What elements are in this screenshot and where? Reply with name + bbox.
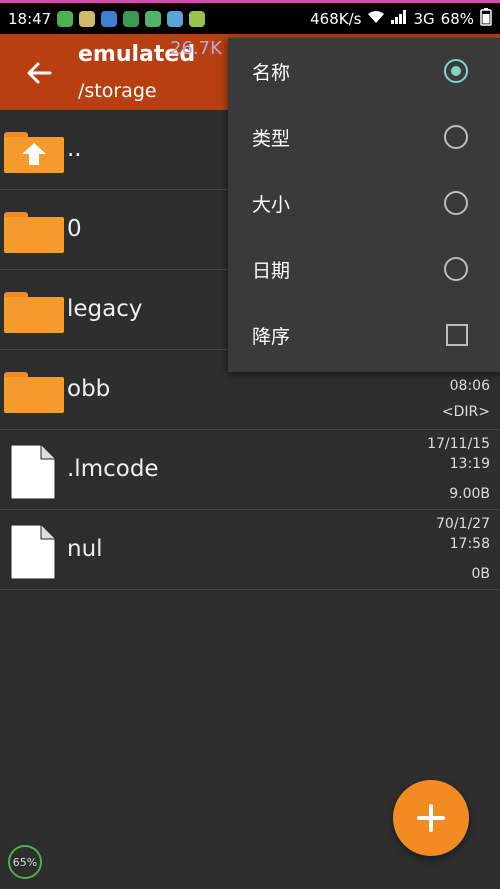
battery-widget[interactable]: 65% — [8, 845, 42, 879]
file-date: 70/1/27 — [436, 516, 490, 532]
menu-item-label: 降序 — [252, 325, 291, 348]
file-icon — [10, 444, 56, 500]
file-size: 0B — [471, 566, 490, 582]
checkbox[interactable] — [446, 324, 468, 346]
app-notification-icon — [167, 10, 184, 27]
radio-button[interactable] — [444, 125, 468, 149]
list-item[interactable]: nul 70/1/27 17:58 0B — [0, 510, 500, 590]
network-type: 3G — [413, 9, 435, 28]
file-time: 17:58 — [449, 536, 490, 552]
arrow-back-icon — [27, 62, 52, 84]
sort-by-date-item[interactable]: 日期 — [228, 236, 500, 302]
sort-by-type-item[interactable]: 类型 — [228, 104, 500, 170]
file-name: .. — [67, 136, 82, 162]
signal-icon — [391, 9, 407, 28]
list-item[interactable]: .lmcode 17/11/15 13:19 9.00B — [0, 430, 500, 510]
folder-icon — [4, 292, 64, 333]
battery-level: 68% — [440, 9, 474, 28]
radio-button[interactable] — [444, 257, 468, 281]
menu-item-label: 名称 — [252, 61, 291, 84]
back-button[interactable] — [22, 56, 56, 90]
menu-item-label: 类型 — [252, 127, 291, 150]
radio-button-selected[interactable] — [444, 59, 468, 83]
radio-button[interactable] — [444, 191, 468, 215]
file-name: 0 — [67, 216, 82, 242]
wifi-icon — [367, 10, 385, 28]
file-size: 9.00B — [449, 486, 490, 502]
status-bar: 18:47 468K/s 3G 68% — [0, 0, 500, 34]
app-notification-icon — [57, 10, 74, 27]
app-notification-icon — [189, 10, 206, 27]
file-date: 17/11/15 — [427, 436, 490, 452]
descending-order-item[interactable]: 降序 — [228, 302, 500, 368]
file-name: nul — [67, 536, 103, 562]
sort-menu: 名称 类型 大小 日期 降序 — [228, 38, 500, 372]
folder-icon — [4, 372, 64, 413]
sort-by-size-item[interactable]: 大小 — [228, 170, 500, 236]
file-size: <DIR> — [441, 404, 490, 420]
current-path: /storage — [78, 80, 157, 102]
app-notification-icon — [79, 10, 96, 27]
app-notification-icon — [123, 10, 140, 27]
file-time: 08:06 — [449, 378, 490, 394]
add-button[interactable] — [393, 780, 469, 856]
app-notification-icon — [101, 10, 118, 27]
folder-icon — [4, 212, 64, 253]
net-speed: 468K/s — [310, 9, 362, 28]
file-name: .lmcode — [67, 456, 159, 482]
menu-item-label: 大小 — [252, 193, 291, 216]
file-icon — [10, 524, 56, 580]
sort-by-name-item[interactable]: 名称 — [228, 38, 500, 104]
plus-icon — [417, 804, 445, 832]
file-name: legacy — [67, 296, 143, 322]
status-time: 18:47 — [8, 9, 52, 28]
app-notification-icon — [145, 10, 162, 27]
file-name: obb — [67, 376, 111, 402]
menu-item-label: 日期 — [252, 259, 291, 282]
folder-up-icon — [4, 132, 64, 173]
battery-icon — [480, 7, 492, 30]
file-time: 13:19 — [449, 456, 490, 472]
